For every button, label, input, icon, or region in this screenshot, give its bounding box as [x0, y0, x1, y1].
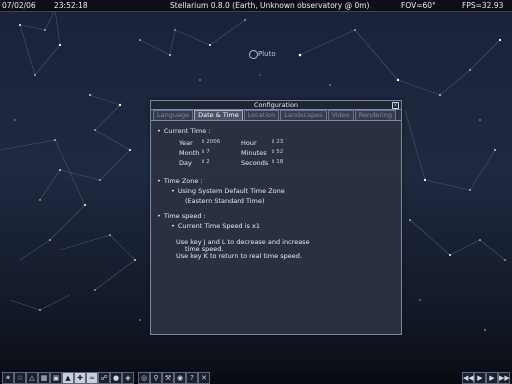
stepper-arrows-icon: ⇕: [201, 139, 206, 145]
azimuth-grid-icon[interactable]: ▦: [38, 372, 50, 384]
tab-location[interactable]: Location: [243, 110, 280, 120]
atmosphere-icon[interactable]: ≈: [86, 372, 98, 384]
cardinal-points-icon[interactable]: ✚: [74, 372, 86, 384]
seconds-stepper[interactable]: ⇕18: [271, 159, 283, 165]
bottom-toolbar: ✶ ☆ △ ▦ ▣ ▲ ✚ ≈ ☍ ● ◈ ◎ ⚲ ⚒ ◉ ? ✕ ◀◀ ▶ ▶…: [0, 369, 512, 384]
hour-value: 23: [276, 139, 284, 145]
close-icon[interactable]: x: [392, 102, 399, 109]
month-value: 7: [206, 149, 210, 155]
tools-icon[interactable]: ⚒: [162, 372, 174, 384]
year-stepper[interactable]: ⇕2006: [201, 139, 220, 145]
planet-names-icon[interactable]: ●: [110, 372, 122, 384]
realtime-icon[interactable]: ▶: [486, 372, 498, 384]
stepper-arrows-icon: ⇕: [201, 149, 206, 155]
help-icon[interactable]: ?: [186, 372, 198, 384]
day-stepper[interactable]: ⇕2: [201, 159, 210, 165]
configuration-dialog: Configuration x Language Date & Time Loc…: [150, 100, 402, 335]
time-readout: 23:52:18: [54, 1, 88, 10]
minutes-label: Minutes: [241, 149, 267, 157]
pluto-marker-icon[interactable]: [249, 50, 258, 59]
goto-icon[interactable]: ◎: [138, 372, 150, 384]
current-time-heading: Current Time :: [157, 127, 211, 135]
fov-readout: FOV=60°: [401, 1, 436, 10]
time-speed-current: Current Time Speed is x1: [171, 222, 260, 230]
stepper-arrows-icon: ⇕: [271, 149, 276, 155]
rewind-icon[interactable]: ◀◀: [462, 372, 474, 384]
hour-stepper[interactable]: ⇕23: [271, 139, 283, 145]
equatorial-mount-icon[interactable]: ◈: [122, 372, 134, 384]
search-icon[interactable]: ⚲: [150, 372, 162, 384]
time-speed-help-3: Use key K to return to real time speed.: [176, 252, 302, 260]
status-bar: 07/02/06 23:52:18 Stellarium 0.8.0 (Eart…: [0, 0, 512, 12]
constellation-names-icon[interactable]: ☆: [14, 372, 26, 384]
date-time-panel: Current Time : Year ⇕2006 Month ⇕7 Day ⇕…: [151, 121, 401, 333]
seconds-value: 18: [276, 159, 284, 165]
tab-video[interactable]: Video: [327, 110, 354, 120]
time-speed-heading: Time speed :: [157, 212, 206, 220]
constellation-art-icon[interactable]: △: [26, 372, 38, 384]
ground-icon[interactable]: ▲: [62, 372, 74, 384]
day-label: Day: [179, 159, 192, 167]
tab-rendering[interactable]: Rendering: [354, 110, 396, 120]
dialog-title[interactable]: Configuration: [151, 101, 401, 110]
day-value: 2: [206, 159, 210, 165]
play-icon[interactable]: ▶: [474, 372, 486, 384]
tab-language[interactable]: Language: [153, 110, 194, 120]
stepper-arrows-icon: ⇕: [201, 159, 206, 165]
quit-icon[interactable]: ✕: [198, 372, 210, 384]
equatorial-grid-icon[interactable]: ▣: [50, 372, 62, 384]
nebula-names-icon[interactable]: ☍: [98, 372, 110, 384]
minutes-stepper[interactable]: ⇕52: [271, 149, 283, 155]
minutes-value: 52: [276, 149, 284, 155]
constellation-lines-icon[interactable]: ✶: [2, 372, 14, 384]
time-zone-option[interactable]: Using System Default Time Zone: [171, 187, 285, 195]
time-zone-heading: Time Zone :: [157, 177, 203, 185]
year-label: Year: [179, 139, 193, 147]
date-readout: 07/02/06: [2, 1, 36, 10]
app-title: Stellarium 0.8.0 (Earth, Unknown observa…: [170, 1, 370, 10]
hour-label: Hour: [241, 139, 257, 147]
month-stepper[interactable]: ⇕7: [201, 149, 210, 155]
year-value: 2006: [206, 139, 221, 145]
fps-readout: FPS=32.93: [462, 1, 504, 10]
pluto-label[interactable]: Pluto: [258, 50, 276, 58]
time-zone-detail: (Eastern Standard Time): [185, 197, 265, 205]
night-mode-icon[interactable]: ◉: [174, 372, 186, 384]
fast-forward-icon[interactable]: ▶▶: [498, 372, 510, 384]
tab-landscapes[interactable]: Landscapes: [280, 110, 327, 120]
tab-strip: Language Date & Time Location Landscapes…: [153, 110, 396, 120]
stepper-arrows-icon: ⇕: [271, 139, 276, 145]
seconds-label: Seconds: [241, 159, 269, 167]
stepper-arrows-icon: ⇕: [271, 159, 276, 165]
month-label: Month: [179, 149, 200, 157]
tab-date-time[interactable]: Date & Time: [194, 110, 243, 120]
